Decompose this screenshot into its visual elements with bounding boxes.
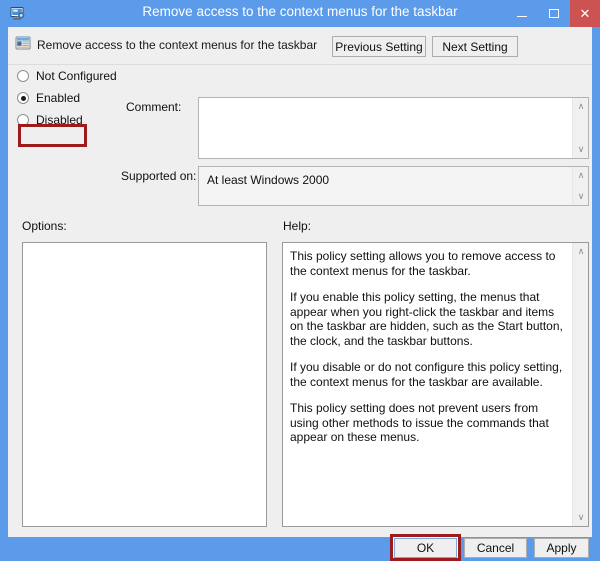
- radio-disabled-label: Disabled: [36, 113, 83, 127]
- help-label: Help:: [283, 219, 312, 233]
- chevron-down-icon[interactable]: ∨: [573, 142, 589, 157]
- help-paragraph: This policy setting allows you to remove…: [290, 249, 556, 278]
- chevron-up-icon[interactable]: ∧: [573, 168, 589, 183]
- radio-disabled[interactable]: Disabled: [17, 110, 83, 130]
- close-icon: ✕: [579, 6, 591, 21]
- maximize-icon: [538, 0, 570, 27]
- help-scrollbar[interactable]: ∧ ∨: [572, 243, 588, 526]
- next-setting-button[interactable]: Next Setting: [432, 36, 518, 57]
- help-paragraph: If you enable this policy setting, the m…: [290, 290, 563, 348]
- policy-setting-dialog: Remove access to the context menus for t…: [0, 0, 600, 561]
- help-paragraph: This policy setting does not prevent use…: [290, 401, 549, 444]
- policy-setting-icon: [15, 35, 31, 51]
- dialog-client-area: Remove access to the context menus for t…: [8, 27, 592, 561]
- setting-title: Remove access to the context menus for t…: [37, 38, 318, 52]
- supported-on-value: At least Windows 2000: [207, 173, 330, 187]
- close-button[interactable]: ✕: [570, 0, 600, 27]
- maximize-button[interactable]: [538, 0, 570, 27]
- supported-on-label: Supported on:: [121, 169, 197, 183]
- radio-not-configured-indicator: [17, 70, 29, 82]
- radio-enabled[interactable]: Enabled: [17, 88, 80, 108]
- options-label: Options:: [22, 219, 67, 233]
- help-panel: This policy setting allows you to remove…: [282, 242, 589, 527]
- radio-not-configured[interactable]: Not Configured: [17, 66, 117, 86]
- radio-enabled-indicator: [17, 92, 29, 104]
- chevron-up-icon[interactable]: ∧: [573, 244, 589, 259]
- help-paragraph: If you disable or do not configure this …: [290, 360, 563, 389]
- supported-on-scrollbar[interactable]: ∧ ∨: [572, 167, 588, 205]
- cancel-button[interactable]: Cancel: [464, 538, 527, 558]
- previous-setting-button[interactable]: Previous Setting: [332, 36, 426, 57]
- radio-enabled-label: Enabled: [36, 91, 81, 105]
- supported-on-field: At least Windows 2000 ∧ ∨: [198, 166, 589, 206]
- titlebar: Remove access to the context menus for t…: [0, 0, 600, 27]
- setting-header: Remove access to the context menus for t…: [8, 27, 592, 65]
- comment-input[interactable]: ∧ ∨: [198, 97, 589, 159]
- radio-disabled-indicator: [17, 114, 29, 126]
- comment-scrollbar[interactable]: ∧ ∨: [572, 98, 588, 158]
- options-panel[interactable]: [22, 242, 267, 527]
- chevron-up-icon[interactable]: ∧: [573, 99, 589, 114]
- ok-button[interactable]: OK: [393, 537, 458, 559]
- comment-label: Comment:: [126, 100, 182, 114]
- radio-not-configured-label: Not Configured: [36, 69, 117, 83]
- minimize-button[interactable]: [506, 0, 538, 27]
- apply-button[interactable]: Apply: [534, 538, 589, 558]
- chevron-down-icon[interactable]: ∨: [573, 189, 589, 204]
- help-text: This policy setting allows you to remove…: [290, 249, 570, 445]
- minimize-icon: [506, 0, 538, 27]
- chevron-down-icon[interactable]: ∨: [573, 510, 589, 525]
